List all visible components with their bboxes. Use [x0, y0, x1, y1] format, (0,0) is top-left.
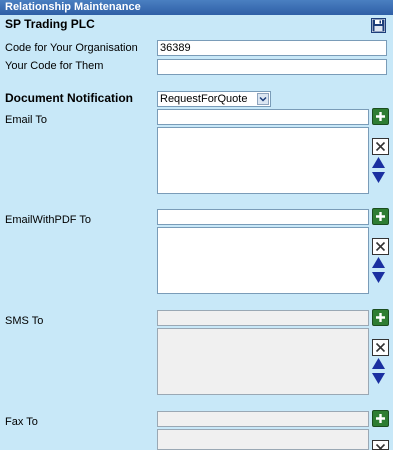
- email-to-list[interactable]: [157, 127, 369, 194]
- sms-delete-button[interactable]: [372, 339, 389, 356]
- org-code-input[interactable]: 36389: [157, 40, 387, 56]
- fax-to-list[interactable]: [157, 429, 369, 450]
- email-to-input[interactable]: [157, 109, 369, 125]
- sms-to-list[interactable]: [157, 328, 369, 395]
- document-type-selected: RequestForQuote: [160, 93, 248, 105]
- x-icon: [375, 342, 386, 353]
- their-code-label: Your Code for Them: [5, 60, 104, 72]
- fax-add-button[interactable]: [372, 410, 389, 427]
- email-pdf-to-input[interactable]: [157, 209, 369, 225]
- plus-icon: [376, 212, 385, 221]
- x-icon: [375, 141, 386, 152]
- window-title: Relationship Maintenance: [0, 0, 393, 15]
- fax-delete-button[interactable]: [372, 440, 389, 450]
- plus-icon: [376, 313, 385, 322]
- chevron-down-icon: [257, 93, 269, 105]
- save-button[interactable]: [371, 18, 386, 33]
- org-code-label: Code for Your Organisation: [5, 42, 138, 54]
- sms-to-input[interactable]: [157, 310, 369, 326]
- sms-to-label: SMS To: [5, 315, 44, 327]
- fax-to-label: Fax To: [5, 416, 38, 428]
- email-pdf-to-label: EmailWithPDF To: [5, 214, 91, 226]
- fax-to-input[interactable]: [157, 411, 369, 427]
- email-to-label: Email To: [5, 114, 47, 126]
- document-type-select[interactable]: RequestForQuote: [157, 91, 271, 107]
- email-pdf-reorder-arrows-icon[interactable]: [372, 257, 385, 283]
- company-name: SP Trading PLC: [5, 17, 95, 31]
- sms-add-button[interactable]: [372, 309, 389, 326]
- x-icon: [375, 443, 386, 449]
- email-pdf-delete-button[interactable]: [372, 238, 389, 255]
- x-icon: [375, 241, 386, 252]
- email-delete-button[interactable]: [372, 138, 389, 155]
- email-reorder-arrows-icon[interactable]: [372, 157, 385, 183]
- email-add-button[interactable]: [372, 108, 389, 125]
- email-pdf-to-list[interactable]: [157, 227, 369, 294]
- document-notification-label: Document Notification: [5, 91, 133, 105]
- plus-icon: [376, 414, 385, 423]
- email-pdf-add-button[interactable]: [372, 208, 389, 225]
- their-code-input[interactable]: [157, 59, 387, 75]
- floppy-disk-icon: [372, 19, 385, 32]
- plus-icon: [376, 112, 385, 121]
- sms-reorder-arrows-icon[interactable]: [372, 358, 385, 384]
